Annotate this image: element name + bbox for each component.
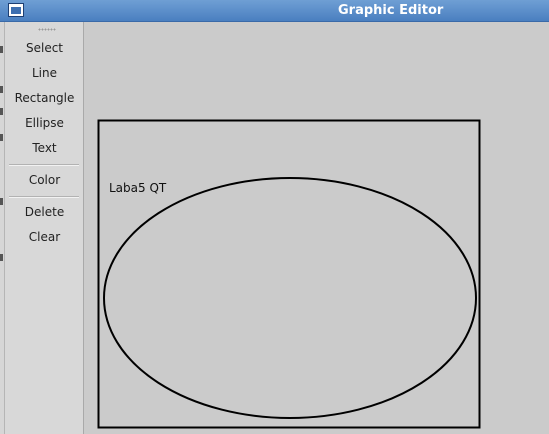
delete-button[interactable]: Delete bbox=[5, 201, 84, 223]
drawing-canvas[interactable]: Laba5 QT bbox=[84, 22, 549, 434]
text-tool-button[interactable]: Text bbox=[5, 137, 84, 159]
color-button[interactable]: Color bbox=[5, 169, 84, 191]
title-bar[interactable]: Graphic Editor bbox=[0, 0, 549, 22]
line-tool-button[interactable]: Line bbox=[5, 62, 84, 84]
canvas-text-label[interactable]: Laba5 QT bbox=[109, 181, 166, 195]
drag-grip-icon[interactable] bbox=[38, 28, 56, 31]
select-tool-button[interactable]: Select bbox=[5, 37, 84, 59]
canvas-shapes bbox=[97, 119, 481, 429]
toolbar-separator bbox=[9, 164, 79, 166]
ellipse-tool-button[interactable]: Ellipse bbox=[5, 112, 84, 134]
rectangle-tool-button[interactable]: Rectangle bbox=[5, 87, 84, 109]
window-title: Graphic Editor bbox=[338, 3, 444, 18]
tool-panel: Select Line Rectangle Ellipse Text Color… bbox=[5, 22, 84, 434]
app-window-icon[interactable] bbox=[8, 3, 24, 17]
clear-button[interactable]: Clear bbox=[5, 226, 84, 248]
toolbar-separator bbox=[9, 196, 79, 198]
canvas-ellipse-shape[interactable] bbox=[103, 177, 477, 419]
